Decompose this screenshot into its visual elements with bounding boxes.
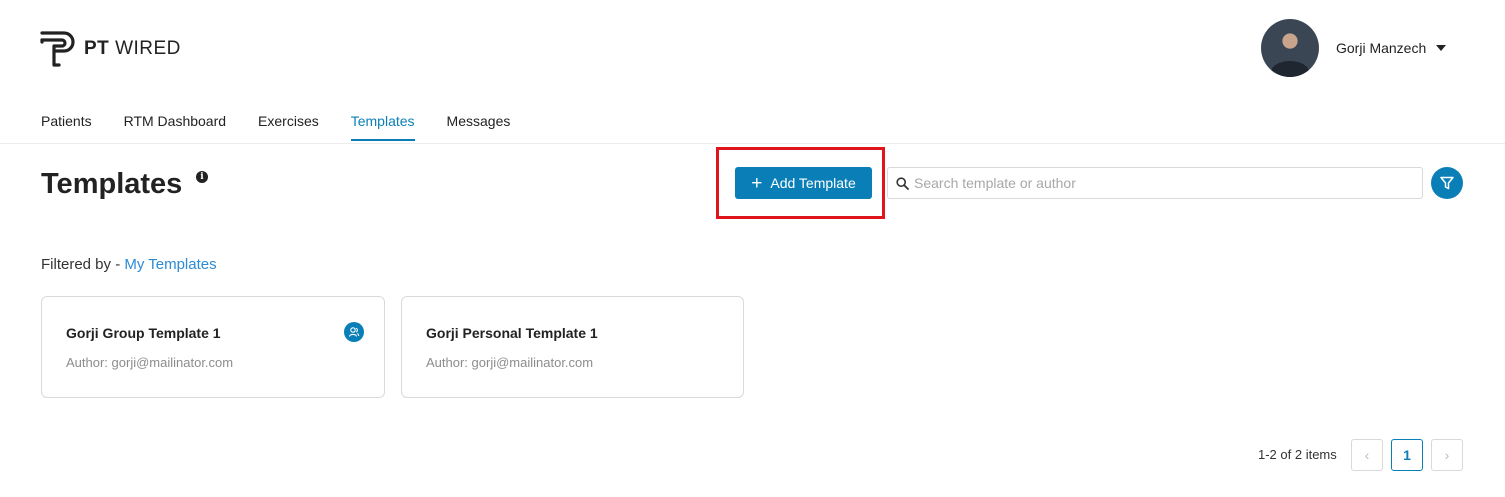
user-menu[interactable]: Gorji Manzech [1261, 19, 1447, 77]
info-icon[interactable]: i [196, 171, 208, 183]
tab-patients[interactable]: Patients [41, 113, 92, 141]
search-input[interactable] [914, 175, 1414, 191]
page-1-button[interactable]: 1 [1391, 439, 1423, 471]
prev-page-button[interactable]: ‹ [1351, 439, 1383, 471]
pt-logo-icon [40, 31, 75, 67]
card-title: Gorji Personal Template 1 [426, 325, 598, 341]
brand-logo[interactable]: PT WIRED [40, 30, 181, 68]
caret-down-icon[interactable] [1436, 45, 1447, 51]
page-title: Templates [41, 168, 183, 200]
chevron-right-icon: › [1444, 447, 1450, 463]
search-box[interactable] [887, 167, 1423, 199]
plus-icon: + [751, 172, 763, 194]
tab-templates[interactable]: Templates [350, 113, 415, 141]
main-nav: Patients RTM Dashboard Exercises Templat… [41, 113, 510, 141]
search-icon [896, 176, 909, 190]
filter-prefix: Filtered by - [41, 256, 125, 273]
filter-button[interactable] [1431, 167, 1463, 199]
next-page-button[interactable]: › [1431, 439, 1463, 471]
template-card[interactable]: Gorji Personal Template 1 Author: gorji@… [401, 296, 744, 398]
filter-value-link[interactable]: My Templates [124, 256, 216, 273]
card-title: Gorji Group Template 1 [66, 325, 221, 341]
pagination-info: 1-2 of 2 items [1258, 447, 1337, 462]
add-template-button[interactable]: + Add Template [735, 167, 872, 199]
chevron-left-icon: ‹ [1364, 447, 1370, 463]
card-author: Author: gorji@mailinator.com [426, 355, 594, 370]
nav-divider [0, 143, 1505, 144]
tab-messages[interactable]: Messages [447, 113, 511, 141]
tab-rtm-dashboard[interactable]: RTM Dashboard [124, 113, 226, 141]
template-card[interactable]: Gorji Group Template 1 Author: gorji@mai… [41, 296, 385, 398]
tab-exercises[interactable]: Exercises [258, 113, 319, 141]
group-template-icon [344, 322, 364, 342]
page: PT WIRED Gorji Manzech Patients RTM Dash… [0, 0, 1505, 497]
add-template-label: Add Template [770, 175, 856, 191]
card-author: Author: gorji@mailinator.com [66, 355, 234, 370]
user-name: Gorji Manzech [1336, 40, 1427, 56]
filter-summary: Filtered by - My Templates [41, 256, 217, 273]
brand-name: PT WIRED [84, 38, 181, 59]
filter-icon [1440, 176, 1454, 190]
avatar[interactable] [1261, 19, 1319, 77]
